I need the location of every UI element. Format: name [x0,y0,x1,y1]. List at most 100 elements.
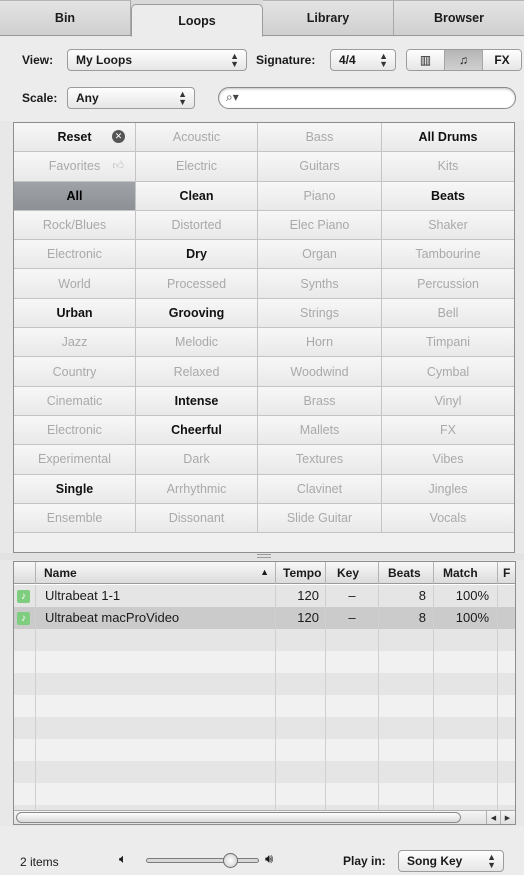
empty-cell [36,651,276,673]
keyword-button-guitars[interactable]: Guitars [258,152,382,182]
keyword-button-country[interactable]: Country [14,357,136,387]
keyword-button-textures[interactable]: Textures [258,445,382,475]
volume-slider-thumb[interactable] [222,853,238,868]
keyword-button-cheerful[interactable]: Cheerful [136,415,258,446]
header-tempo[interactable]: Tempo [276,562,326,584]
keyword-button-electronic[interactable]: Electronic [14,240,136,270]
keyword-button-experimental[interactable]: Experimental [14,445,136,475]
keyword-button-synths[interactable]: Synths [258,269,382,299]
scroll-left-icon[interactable]: ◀ [486,811,500,824]
table-row[interactable]: ♪ Ultrabeat macProVideo 120 – 8 100% [14,607,515,629]
header-match[interactable]: Match [434,562,498,584]
keyword-button-cymbal[interactable]: Cymbal [382,357,514,387]
keyword-button-clavinet[interactable]: Clavinet [258,474,382,504]
splitter-handle[interactable] [0,553,524,560]
empty-cell [276,629,326,651]
header-icon-column [14,562,36,584]
keyword-button-dissonant[interactable]: Dissonant [136,503,258,534]
keyword-button-woodwind[interactable]: Woodwind [258,357,382,387]
keyword-button-horn[interactable]: Horn [258,328,382,358]
keyword-button-bell[interactable]: Bell [382,298,514,329]
popup-arrows-icon: ▲ ▼ [379,51,388,69]
scroll-right-icon[interactable]: ▶ [500,811,514,824]
keyword-button-electronic[interactable]: Electronic [14,415,136,446]
keyword-button-distorted[interactable]: Distorted [136,210,258,241]
keyword-button-all-drums[interactable]: All Drums [382,123,514,153]
header-key[interactable]: Key [326,562,379,584]
keyword-button-acoustic[interactable]: Acoustic [136,123,258,153]
keyword-button-mallets[interactable]: Mallets [258,415,382,446]
horizontal-scrollbar[interactable]: ◀ ▶ [14,810,515,824]
keyword-button-tambourine[interactable]: Tambourine [382,240,514,270]
keyword-button-shaker[interactable]: Shaker [382,210,514,241]
play-in-popup[interactable]: Song Key ▲ ▼ [398,850,504,872]
keyword-button-urban[interactable]: Urban [14,298,136,329]
keyword-button-vibes[interactable]: Vibes [382,445,514,475]
tab-bin[interactable]: Bin [0,0,131,35]
row-icon-cell: ♪ [14,607,36,629]
keyword-button-grooving[interactable]: Grooving [136,298,258,329]
tab-loops[interactable]: Loops [131,4,263,37]
keyword-button-jingles[interactable]: Jingles [382,474,514,504]
keyword-button-ensemble[interactable]: Ensemble [14,503,136,534]
keyword-label: Single [55,481,94,496]
view-popup[interactable]: My Loops ▲ ▼ [67,49,247,71]
keyword-button-percussion[interactable]: Percussion [382,269,514,299]
keyword-button-relaxed[interactable]: Relaxed [136,357,258,387]
keyword-label: Electric [176,159,217,174]
keyword-button-jazz[interactable]: Jazz [14,328,136,358]
keyword-button-electric[interactable]: Electric [136,152,258,182]
view-value: My Loops [76,53,132,67]
keyword-button-bass[interactable]: Bass [258,123,382,153]
keyword-button-organ[interactable]: Organ [258,240,382,270]
scale-popup[interactable]: Any ▲ ▼ [67,87,195,109]
empty-cell [14,783,36,805]
keyword-button-brass[interactable]: Brass [258,386,382,416]
header-name[interactable]: Name ▲ [36,562,276,584]
keyword-button-clean[interactable]: Clean [136,181,258,211]
keyword-button-rock-blues[interactable]: Rock/Blues [14,210,136,241]
keyword-button-vinyl[interactable]: Vinyl [382,386,514,416]
keyword-button-dark[interactable]: Dark [136,445,258,475]
keyword-button-elec-piano[interactable]: Elec Piano [258,210,382,241]
keyword-button-cinematic[interactable]: Cinematic [14,386,136,416]
keyword-button-world[interactable]: World [14,269,136,299]
keyword-button-reset[interactable]: Reset ✕ [14,123,136,153]
column-view-icon[interactable]: ▥ [407,50,445,70]
keyword-button-arrhythmic[interactable]: Arrhythmic [136,474,258,504]
empty-cell [434,739,498,761]
tab-browser[interactable]: Browser [394,0,524,35]
keyword-button-timpani[interactable]: Timpani [382,328,514,358]
keyword-button-beats[interactable]: Beats [382,181,514,211]
keyword-button-intense[interactable]: Intense [136,386,258,416]
signature-popup[interactable]: 4/4 ▲ ▼ [330,49,396,71]
empty-cell [379,717,434,739]
keyword-button-fx[interactable]: FX [382,415,514,446]
empty-cell [379,739,434,761]
header-beats[interactable]: Beats [379,562,434,584]
music-note-icon[interactable]: ♫ [445,50,483,70]
keyword-button-vocals[interactable]: Vocals [382,503,514,534]
search-input[interactable]: ⌕▾ [218,87,516,109]
keyword-button-processed[interactable]: Processed [136,269,258,299]
keyword-button-favorites[interactable]: Favorites 👍︎ [14,152,136,182]
scrollbar-thumb[interactable] [16,812,461,823]
keyword-button-melodic[interactable]: Melodic [136,328,258,358]
volume-slider[interactable] [146,858,259,863]
cell-fav[interactable] [498,585,515,607]
keyword-label: Dark [183,452,210,467]
header-fav[interactable]: F [498,562,515,584]
keyword-button-dry[interactable]: Dry [136,240,258,270]
cell-fav[interactable] [498,607,515,629]
keyword-button-kits[interactable]: Kits [382,152,514,182]
keyword-button-single[interactable]: Single [14,474,136,504]
fx-icon[interactable]: FX [483,50,521,70]
keyword-button-all[interactable]: All [14,181,136,211]
keyword-button-piano[interactable]: Piano [258,181,382,211]
search-icon[interactable]: ⌕▾ [226,90,239,105]
header-name-label: Name [44,566,77,580]
keyword-button-slide-guitar[interactable]: Slide Guitar [258,503,382,534]
table-row[interactable]: ♪ Ultrabeat 1-1 120 – 8 100% [14,585,515,607]
tab-library[interactable]: Library [263,0,394,35]
keyword-button-strings[interactable]: Strings [258,298,382,329]
